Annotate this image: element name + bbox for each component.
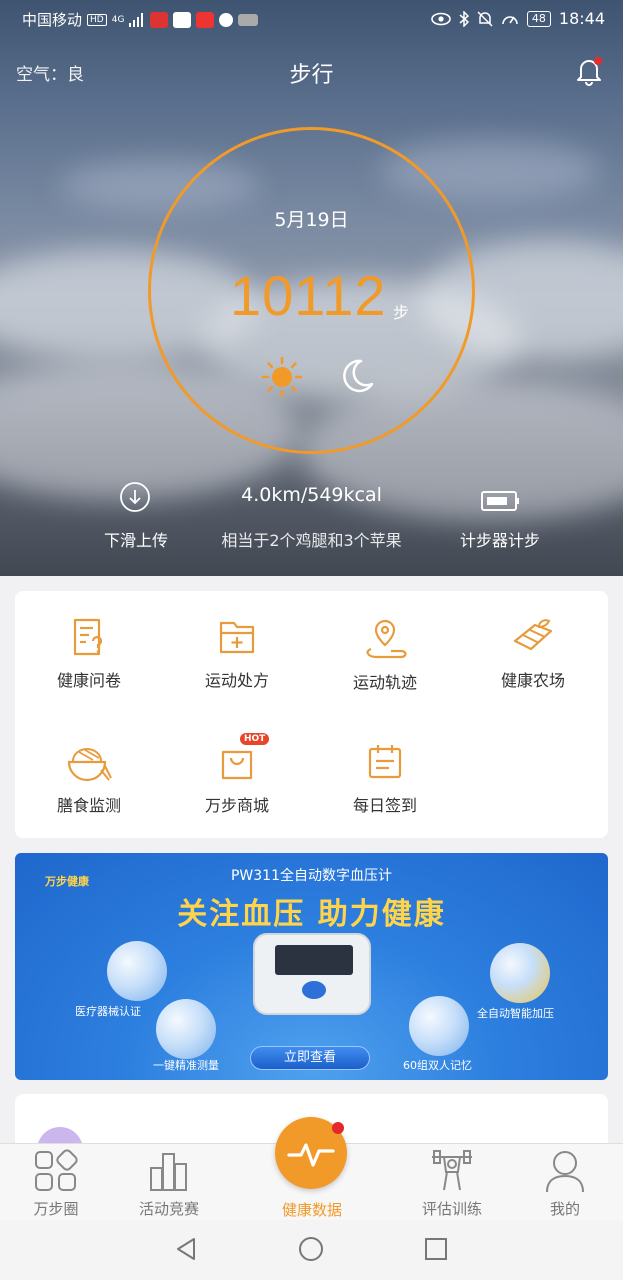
grid-item-checkin[interactable]: 每日签到 [311, 742, 459, 816]
grid-item-label: 健康农场 [500, 671, 565, 690]
track-icon [366, 619, 407, 659]
back-icon[interactable] [174, 1236, 198, 1262]
prescription-icon [219, 621, 255, 654]
pedometer-label[interactable]: 计步器计步 [445, 527, 555, 551]
step-date: 5月19日 [274, 209, 349, 231]
tab-label: 评估训练 [421, 1200, 482, 1218]
community-icon [35, 1149, 78, 1191]
status-bar: 中国移动 HD 4G 48 18:44 [0, 0, 623, 38]
notification-app-icon [173, 11, 192, 28]
step-count: 10112 [230, 264, 387, 327]
tab-label: 我的 [549, 1200, 580, 1218]
grid-item-label: 运动处方 [204, 671, 269, 690]
moon-icon[interactable] [337, 356, 377, 396]
grid-item-farm[interactable]: 健康农场 [459, 617, 607, 691]
clock: 18:44 [558, 9, 605, 28]
blood-pressure-monitor-image [253, 933, 371, 1015]
shield-check-icon [107, 941, 167, 1001]
tab-competitions[interactable]: 活动竞赛 [119, 1148, 219, 1219]
sun-icon[interactable] [261, 356, 303, 398]
banner-feature-1: 医疗器械认证 [75, 1005, 141, 1018]
weightlifting-icon [432, 1150, 472, 1191]
grid-item-prescription[interactable]: 运动处方 [163, 617, 311, 691]
diet-icon [67, 748, 112, 782]
hot-badge: HOT [240, 733, 270, 745]
tab-health-data-label[interactable]: 健康数据 [262, 1199, 362, 1220]
pedometer-icon[interactable] [480, 489, 520, 513]
notification-app-icon [150, 11, 169, 28]
tab-label: 万步圈 [33, 1200, 79, 1218]
grid-item-label: 万步商城 [204, 796, 269, 815]
plus-icon [490, 943, 550, 1003]
eye-icon [431, 12, 451, 25]
tab-circle[interactable]: 万步圈 [6, 1148, 106, 1219]
promo-banner[interactable]: 万步健康 PW311全自动数字血压计 关注血压 助力健康 医疗器械认证 一键精准… [15, 853, 608, 1080]
banner-feature-2: 一键精准测量 [153, 1059, 219, 1072]
speed-icon [502, 15, 518, 24]
notification-app-icon [196, 11, 215, 28]
grid-item-questionnaire[interactable]: 健康问卷 [15, 617, 163, 691]
page-title: 步行 [289, 63, 334, 88]
tab-label: 活动竞赛 [138, 1200, 199, 1218]
tab-profile[interactable]: 我的 [515, 1148, 615, 1219]
user-icon [546, 1151, 584, 1193]
hd-badge: HD [87, 13, 107, 26]
health-data-badge [332, 1122, 344, 1134]
grid-item-label: 膳食监测 [56, 796, 121, 815]
shop-icon [221, 750, 253, 780]
grid-item-diet[interactable]: 膳食监测 [15, 742, 163, 816]
mute-bell-icon [477, 10, 493, 27]
grid-item-shop[interactable]: 万步商城 [163, 742, 311, 816]
banner-cta-button[interactable]: 立即查看 [250, 1046, 370, 1070]
notification-app-icon [238, 13, 259, 26]
network-label: 4G [111, 14, 125, 25]
carrier-label: 中国移动 [22, 11, 83, 29]
battery-indicator: 48 [526, 10, 551, 27]
system-nav-bar [0, 1220, 623, 1280]
banner-subtitle: PW311全自动数字血压计 [230, 868, 392, 884]
signal-icon [129, 12, 144, 27]
banner-feature-4: 60组双人记忆 [403, 1059, 472, 1072]
grid-item-label: 每日签到 [352, 796, 417, 815]
questionnaire-icon [73, 618, 103, 656]
farm-icon [513, 619, 553, 651]
notification-app-icon [219, 12, 234, 27]
checkin-icon [368, 745, 402, 779]
home-icon[interactable] [298, 1236, 324, 1262]
step-unit: 步 [393, 303, 410, 322]
tab-assessment[interactable]: 评估训练 [402, 1148, 502, 1219]
distance-calories: 4.0km/549kcal [241, 484, 382, 506]
bluetooth-icon [459, 10, 469, 27]
banner-title: 关注血压 助力健康 [177, 897, 446, 932]
bar-chart-icon [150, 1153, 187, 1191]
grid-item-track[interactable]: 运动轨迹 [311, 617, 459, 693]
banner-feature-3: 全自动智能加压 [477, 1007, 554, 1020]
notification-dot [594, 57, 602, 65]
grid-item-label: 运动轨迹 [352, 673, 417, 692]
couple-icon [409, 996, 469, 1056]
recents-icon[interactable] [424, 1237, 448, 1261]
touch-icon [156, 999, 216, 1059]
grid-item-label: 健康问卷 [56, 671, 121, 690]
